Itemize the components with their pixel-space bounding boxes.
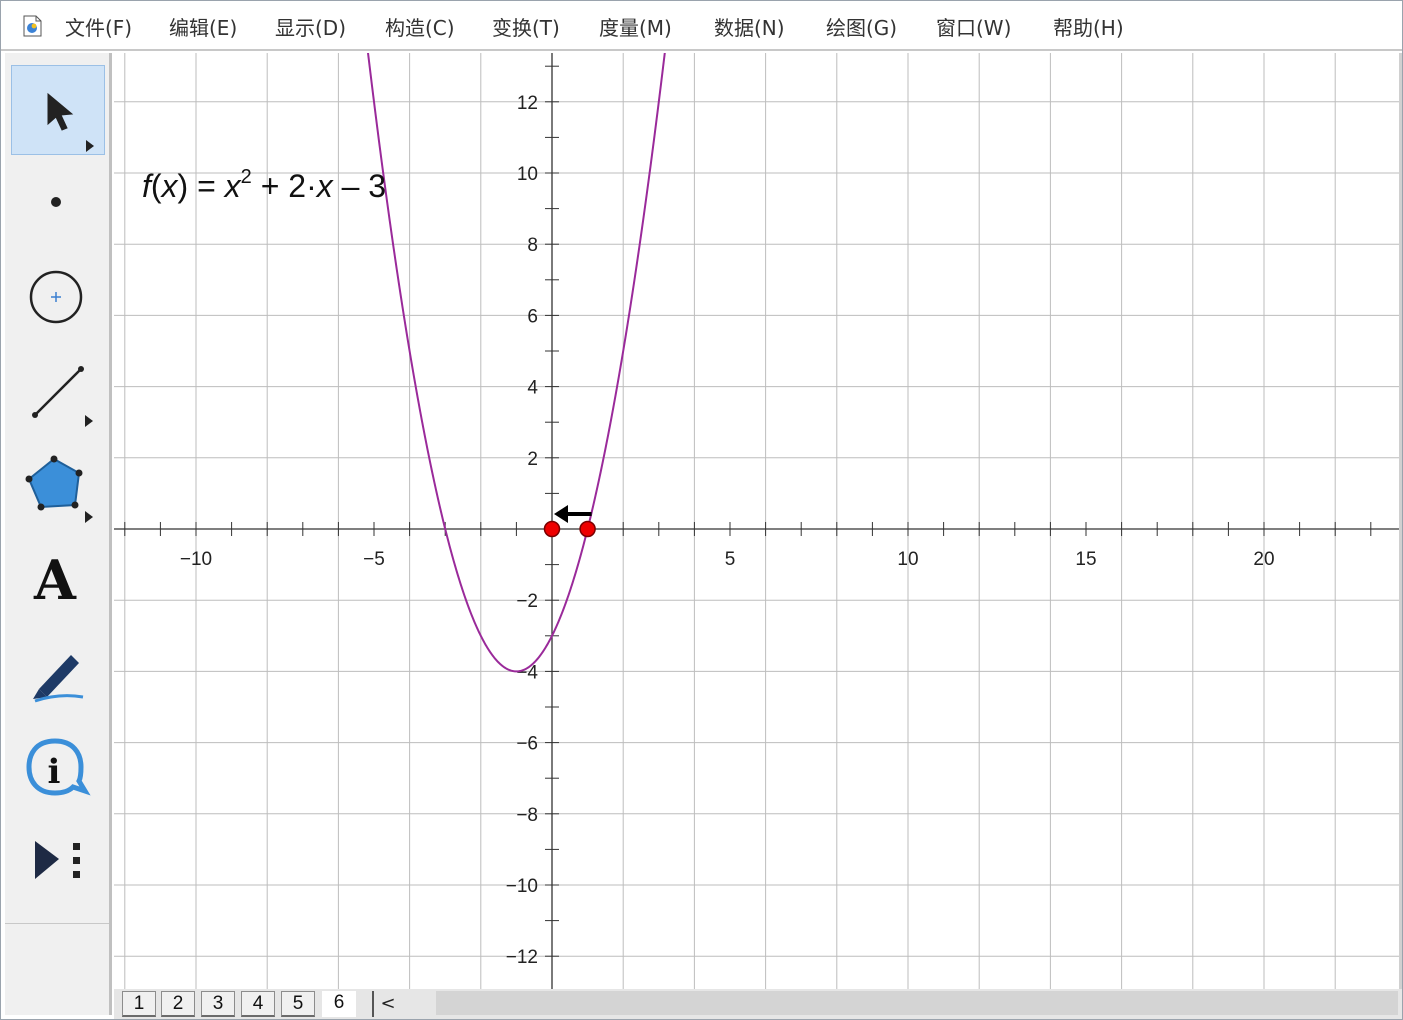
- menu-data[interactable]: 数据(N): [714, 14, 785, 42]
- canvas-right-edge: [1399, 53, 1402, 989]
- point-tool[interactable]: [11, 157, 105, 247]
- y-tick-label: −6: [516, 734, 538, 755]
- y-tick-label: 2: [527, 449, 538, 470]
- custom-tool[interactable]: [11, 815, 105, 905]
- marker-icon: [33, 655, 84, 703]
- y-tick-label: −2: [516, 591, 538, 612]
- point[interactable]: [579, 520, 596, 538]
- y-tick-label: 12: [517, 93, 538, 114]
- paren-close: ): [177, 168, 189, 204]
- selection-arrow-tool[interactable]: [11, 65, 105, 155]
- term-x: x: [316, 168, 333, 204]
- menu-display[interactable]: 显示(D): [275, 14, 346, 42]
- svg-text:i: i: [48, 752, 61, 792]
- y-tick-label: 8: [527, 235, 538, 256]
- custom-tool-icon: [35, 841, 80, 879]
- arrow-select-icon: [47, 92, 94, 152]
- menu-edit[interactable]: 编辑(E): [169, 14, 237, 42]
- toolbox: A i: [5, 53, 112, 1015]
- menu-help[interactable]: 帮助(H): [1053, 14, 1124, 42]
- horizontal-scrollbar[interactable]: [436, 991, 1398, 1015]
- app-icon: [23, 15, 42, 37]
- x-tick-label: −5: [363, 549, 385, 570]
- page-tab-2[interactable]: 2: [161, 991, 195, 1017]
- information-tool[interactable]: i: [11, 721, 105, 811]
- page-tab-6[interactable]: 6: [322, 991, 356, 1017]
- page-tab-5[interactable]: 5: [281, 991, 315, 1017]
- text-icon: A: [33, 548, 77, 612]
- term-x-squared: x: [224, 168, 241, 204]
- menu-measure[interactable]: 度量(M): [599, 14, 672, 42]
- compass-tool[interactable]: [11, 251, 105, 341]
- polygon-tool[interactable]: [11, 439, 105, 529]
- y-tick-label: −4: [516, 662, 538, 683]
- exponent: 2: [240, 166, 252, 189]
- app-window: 文件(F) 编辑(E) 显示(D) 构造(C) 变换(T) 度量(M) 数据(N…: [0, 0, 1403, 1020]
- function-plot[interactable]: [367, 53, 666, 673]
- scroll-left-button[interactable]: <: [372, 991, 402, 1017]
- term-minus-three: – 3: [332, 168, 387, 204]
- paren-open: (: [150, 168, 162, 204]
- menu-bar: 文件(F) 编辑(E) 显示(D) 构造(C) 变换(T) 度量(M) 数据(N…: [1, 1, 1402, 51]
- page-tab-3[interactable]: 3: [201, 991, 235, 1017]
- polygon-icon: [25, 455, 93, 523]
- x-tick-label: 20: [1253, 549, 1274, 570]
- straightedge-tool[interactable]: [11, 345, 105, 435]
- point[interactable]: [543, 520, 561, 538]
- straightedge-icon: [32, 366, 93, 427]
- function-label[interactable]: f(x) = x2 + 2·x – 3: [142, 166, 387, 205]
- svg-text:A: A: [33, 548, 77, 612]
- func-name: f: [142, 168, 151, 204]
- menu-file[interactable]: 文件(F): [65, 14, 132, 42]
- y-tick-label: 10: [517, 164, 538, 185]
- text-tool[interactable]: A: [11, 533, 105, 623]
- equals-sign: =: [188, 168, 225, 204]
- menu-graph[interactable]: 绘图(G): [826, 14, 897, 42]
- y-tick-label: 6: [527, 306, 538, 327]
- animation-arrow-head: [554, 505, 568, 523]
- y-tick-label: −12: [506, 947, 538, 968]
- x-tick-label: 15: [1075, 549, 1096, 570]
- sketch-canvas[interactable]: −10 −5 5 10 15 20 12 10 8 6 4 2 −2 −4 −6 −8 −10 −12 f(x) …: [114, 53, 1399, 989]
- menu-window[interactable]: 窗口(W): [936, 14, 1011, 42]
- y-tick-label: −8: [516, 805, 538, 826]
- compass-circle-icon: [29, 270, 83, 324]
- menu-construct[interactable]: 构造(C): [385, 14, 455, 42]
- func-var: x: [161, 168, 178, 204]
- y-tick-label: −10: [506, 876, 538, 897]
- y-tick-label: 4: [527, 378, 538, 399]
- information-icon: i: [26, 738, 91, 796]
- x-tick-label: 10: [897, 549, 918, 570]
- menu-transform[interactable]: 变换(T): [492, 14, 560, 42]
- point-icon: [51, 197, 61, 207]
- term-plus-two: + 2·: [251, 168, 317, 204]
- x-tick-label: 5: [725, 549, 736, 570]
- toolbox-divider: [5, 923, 109, 924]
- page-tab-1[interactable]: 1: [122, 991, 156, 1017]
- marker-tool[interactable]: [11, 627, 105, 717]
- page-tab-bar: 1 2 3 4 5 6 <: [114, 989, 1402, 1019]
- x-tick-label: −10: [180, 549, 212, 570]
- page-tab-4[interactable]: 4: [241, 991, 275, 1017]
